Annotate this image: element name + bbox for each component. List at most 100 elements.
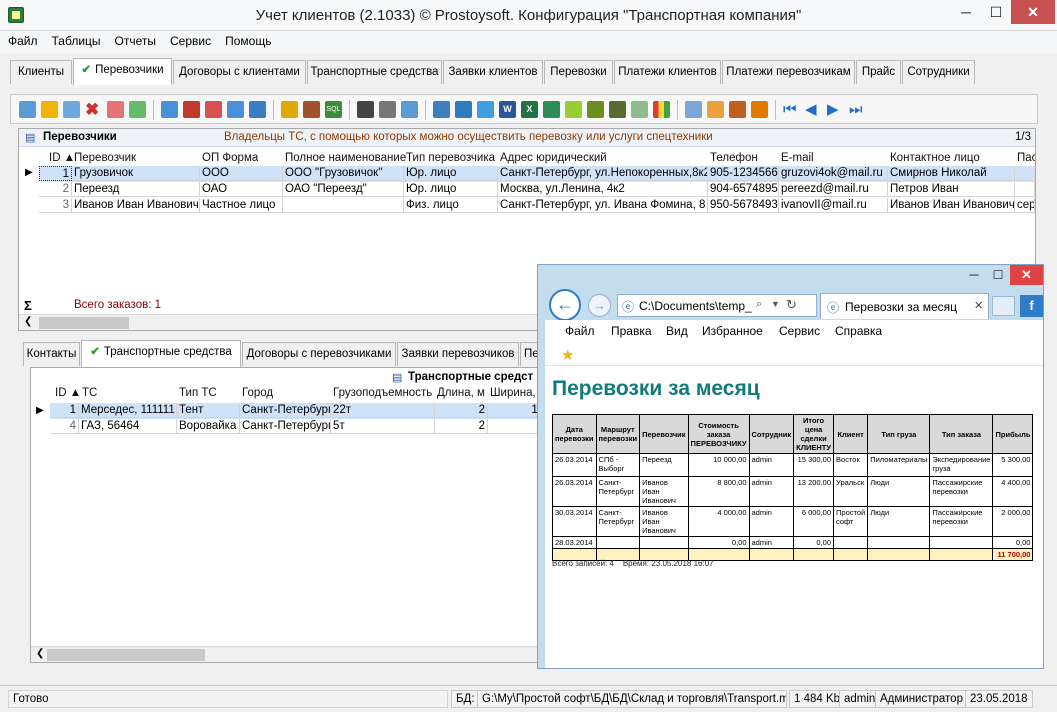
scroll-left-icon[interactable]: ❮ [36, 648, 44, 659]
cell[interactable]: Переезд [72, 182, 200, 197]
new-tab-button[interactable] [992, 296, 1015, 316]
ie-menu-edit[interactable]: Правка [611, 324, 652, 338]
export-html-icon[interactable] [631, 101, 648, 118]
export-2-icon[interactable] [455, 101, 472, 118]
ie-menu-favorites[interactable]: Избранное [702, 324, 763, 338]
cell[interactable]: ОАО [200, 182, 283, 197]
last-record-icon[interactable]: ⏭ [849, 101, 866, 118]
ie-tab[interactable]: ⓔ Перевозки за месяц ✕ [820, 293, 989, 319]
cell[interactable]: Санкт-Петербург, ул.Непокоренных,8к2 [498, 166, 708, 181]
tab-vehicles[interactable]: Транспортные средства [307, 60, 442, 84]
cell[interactable]: 4 [50, 419, 79, 434]
back-icon[interactable]: ← [549, 289, 581, 321]
col-vehicle[interactable]: ТС [82, 387, 97, 399]
menu-help[interactable]: Помощь [217, 31, 277, 48]
tab-shipments[interactable]: Перевозки [544, 60, 613, 84]
facebook-icon[interactable]: f [1020, 295, 1043, 317]
col-address[interactable]: Адрес юридический [500, 152, 607, 164]
search-icon[interactable]: ⌕ [756, 298, 762, 311]
cell[interactable]: 1 [39, 166, 72, 181]
tab-carrier-contracts[interactable]: Договоры с перевозчиками [242, 342, 396, 366]
delete-icon[interactable]: ✖ [85, 101, 102, 118]
cell[interactable]: Иванов Иван Иванович [888, 198, 1015, 213]
cell[interactable]: Воровайка [177, 419, 240, 434]
ie-menu-service[interactable]: Сервис [779, 324, 820, 338]
cell[interactable]: Москва, ул.Ленина, 4к2 [498, 182, 708, 197]
scroll-left-icon[interactable]: ❮ [24, 316, 32, 327]
tab-carriers[interactable]: ✔ Перевозчики [73, 58, 172, 85]
cell[interactable]: ООО "Грузовичок" [283, 166, 404, 181]
cell[interactable]: gruzovi4ok@mail.ru [779, 166, 888, 181]
ie-minimize-icon[interactable]: ─ [962, 265, 986, 285]
cell[interactable]: 2 [39, 182, 72, 197]
scroll-thumb[interactable] [39, 317, 129, 329]
cell[interactable]: ООО [200, 166, 283, 181]
next-record-icon[interactable]: ▶ [827, 101, 844, 118]
scroll-thumb[interactable] [47, 649, 205, 661]
sort-asc-icon[interactable] [685, 101, 702, 118]
cell[interactable]: ivanovII@mail.ru [779, 198, 888, 213]
cell[interactable]: Грузовичок [72, 166, 200, 181]
sql-icon[interactable]: SQL [325, 101, 342, 118]
chart-icon[interactable] [653, 101, 670, 118]
find-icon[interactable] [357, 101, 374, 118]
export-xml-icon[interactable] [609, 101, 626, 118]
cell[interactable]: Физ. лицо [404, 198, 498, 213]
vehicles-hscroll[interactable]: ❮ [31, 646, 544, 662]
tab-client-contracts[interactable]: Договоры с клиентами [173, 60, 306, 84]
tab-employees[interactable]: Сотрудники [902, 60, 975, 84]
cell[interactable] [283, 198, 404, 213]
cell[interactable]: 2 [435, 419, 488, 434]
sort-desc-icon[interactable] [707, 101, 724, 118]
cell[interactable]: 1 [50, 403, 79, 418]
cell[interactable]: pereezd@mail.ru [779, 182, 888, 197]
copy-icon[interactable] [63, 101, 80, 118]
col-carrier[interactable]: Перевозчик [74, 152, 136, 164]
cell[interactable]: сер [1015, 198, 1035, 213]
tab-carrier-requests[interactable]: Заявки перевозчиков [397, 342, 519, 366]
forward-icon[interactable]: → [588, 294, 611, 317]
export-3-icon[interactable] [477, 101, 494, 118]
col-capacity[interactable]: Грузоподъемность [333, 387, 432, 399]
tab-vehicles-detail[interactable]: ✔ Транспортные средства [81, 340, 241, 367]
col-contact[interactable]: Контактное лицо [890, 152, 980, 164]
cell[interactable]: Санкт-Петербург [240, 403, 331, 418]
cell[interactable]: 3 [39, 198, 72, 213]
refresh-icon[interactable] [129, 101, 146, 118]
word-icon[interactable]: W [499, 101, 516, 118]
filter-clear-icon[interactable] [183, 101, 200, 118]
cell[interactable]: ГАЗ, 56464 [79, 419, 177, 434]
export-csv-icon[interactable] [565, 101, 582, 118]
dropdown-icon[interactable]: ▼ [771, 299, 780, 309]
new-record-icon[interactable] [19, 101, 36, 118]
filter-remove-icon[interactable] [205, 101, 222, 118]
cell[interactable]: Тент [177, 403, 240, 418]
menu-service[interactable]: Сервис [162, 31, 217, 48]
excel-icon[interactable]: X [521, 101, 538, 118]
cell[interactable] [1015, 166, 1035, 181]
tab-price[interactable]: Прайс [856, 60, 901, 84]
cell[interactable]: 2 [435, 403, 488, 418]
tab-client-requests[interactable]: Заявки клиентов [443, 60, 543, 84]
cell[interactable]: ОАО "Переезд" [283, 182, 404, 197]
cell[interactable]: 5т [331, 419, 435, 434]
cell[interactable]: 904-6574895 [708, 182, 779, 197]
cell[interactable]: Санкт-Петербург [240, 419, 331, 434]
cell[interactable]: Юр. лицо [404, 182, 498, 197]
col-passport[interactable]: Пас [1017, 152, 1035, 164]
prev-record-icon[interactable]: ◀ [805, 101, 822, 118]
col-width[interactable]: Ширина, м [490, 387, 544, 399]
col-phone[interactable]: Телефон [710, 152, 758, 164]
menu-file[interactable]: Файл [0, 31, 44, 48]
edit-icon[interactable] [41, 101, 58, 118]
cell[interactable]: Мерседес, 111111 [79, 403, 177, 418]
cell[interactable]: 1, [488, 403, 544, 418]
minimize-icon[interactable]: ─ [951, 0, 981, 24]
col-length[interactable]: Длина, м [437, 387, 485, 399]
ie-menu-file[interactable]: Файл [565, 324, 595, 338]
cell[interactable]: Частное лицо [200, 198, 283, 213]
filter-apply-icon[interactable] [249, 101, 266, 118]
print-icon[interactable] [379, 101, 396, 118]
export-txt-icon[interactable] [587, 101, 604, 118]
reload-icon[interactable]: ↻ [786, 297, 797, 313]
